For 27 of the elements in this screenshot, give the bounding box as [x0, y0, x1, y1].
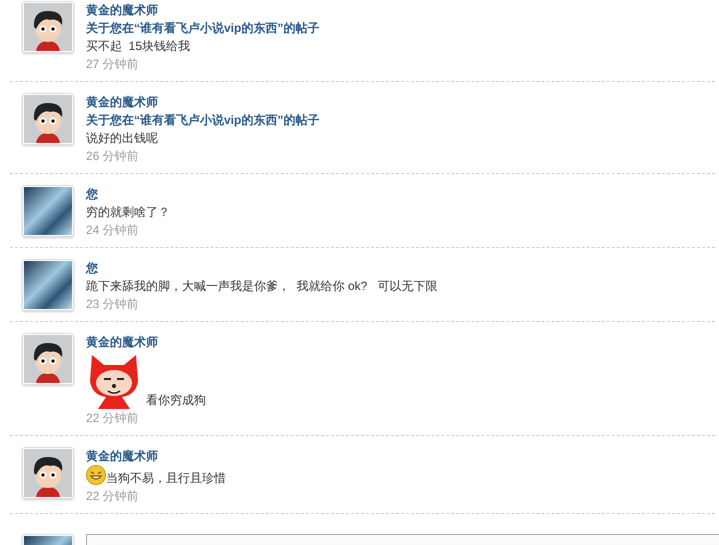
comment-text: 说好的出钱呢 [86, 130, 158, 147]
post-subject-link[interactable]: 关于您在“谁有看飞卢小说vip的东西”的帖子 [86, 19, 320, 37]
comment-text: 看你穷成狗 [146, 392, 206, 409]
photo-placeholder [24, 187, 72, 235]
author-name[interactable]: 黄金的魔术师 [86, 447, 158, 465]
cartoon-avatar [24, 3, 72, 51]
post-subject-link[interactable]: 关于您在“谁有看飞卢小说vip的东西”的帖子 [86, 111, 320, 129]
comment-text: 穷的就剩啥了？ [86, 204, 170, 221]
cartoon-avatar [24, 449, 72, 497]
author-name[interactable]: 您 [86, 259, 98, 277]
author-name[interactable]: 您 [86, 185, 98, 203]
timestamp: 22 分钟前 [86, 410, 139, 427]
cartoon-avatar [24, 335, 72, 383]
timestamp: 26 分钟前 [86, 148, 139, 165]
author-name[interactable]: 黄金的魔术师 [86, 333, 158, 351]
photo-placeholder [24, 261, 72, 309]
comment-text: 买不起 15块钱给我 [86, 38, 190, 55]
timestamp: 23 分钟前 [86, 296, 139, 313]
timestamp: 22 分钟前 [86, 488, 139, 505]
timestamp: 27 分钟前 [86, 56, 139, 73]
author-name[interactable]: 黄金的魔术师 [86, 93, 158, 111]
comment-text: 跪下来舔我的脚，大喊一声我是你爹， 我就给你 ok? 可以无下限 [86, 278, 438, 295]
comment-text: 当狗不易，且行且珍惜 [106, 470, 226, 487]
author-name[interactable]: 黄金的魔术师 [86, 1, 158, 19]
grinning-face-icon [86, 465, 106, 485]
cartoon-avatar [24, 95, 72, 143]
timestamp: 24 分钟前 [86, 222, 139, 239]
